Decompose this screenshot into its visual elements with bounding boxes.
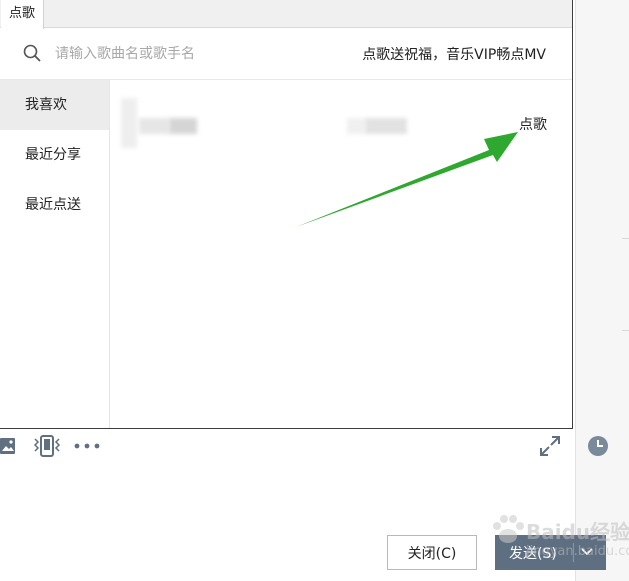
close-button[interactable]: 关闭(C)	[387, 535, 477, 570]
watermark-brand: Baidu经验	[526, 520, 629, 544]
singer-name-blurred	[365, 118, 407, 134]
tab-song-request[interactable]: 点歌	[1, 0, 45, 29]
composer-toolbar	[0, 428, 629, 464]
search-icon	[23, 44, 41, 62]
divider	[622, 330, 629, 331]
divider	[622, 238, 629, 239]
sidebar-item-recent-sent[interactable]: 最近点送	[0, 180, 109, 230]
image-icon[interactable]	[0, 436, 16, 456]
chat-side-panel	[575, 0, 629, 581]
watermark-url: jingyan.baidu.com	[526, 544, 629, 559]
history-clock-icon[interactable]	[587, 436, 609, 456]
song-title-blurred	[139, 118, 169, 134]
shake-window-icon[interactable]	[32, 435, 62, 457]
song-list: 点歌	[111, 80, 572, 428]
search-bar: 点歌送祝福，音乐VIP畅点MV	[0, 28, 572, 80]
sidebar-item-recent-shares[interactable]: 最近分享	[0, 130, 109, 180]
song-request-button[interactable]: 点歌	[519, 114, 547, 134]
expand-icon[interactable]	[539, 436, 561, 456]
song-category-sidebar: 我喜欢 最近分享 最近点送	[0, 80, 110, 428]
dialog-tab-bar: 点歌	[0, 0, 572, 29]
more-icon[interactable]	[74, 436, 102, 456]
song-cover-blurred	[121, 98, 137, 148]
search-input[interactable]	[55, 42, 315, 66]
singer-name-blurred	[347, 118, 365, 134]
song-request-dialog: 点歌 点歌送祝福，音乐VIP畅点MV 我喜欢 最近分享 最近点送 点歌	[0, 0, 573, 429]
vip-promo-link[interactable]: 点歌送祝福，音乐VIP畅点MV	[362, 44, 546, 64]
song-title-blurred	[169, 118, 197, 134]
sidebar-item-favorites[interactable]: 我喜欢	[0, 80, 109, 130]
paw-logo-icon	[493, 515, 524, 543]
